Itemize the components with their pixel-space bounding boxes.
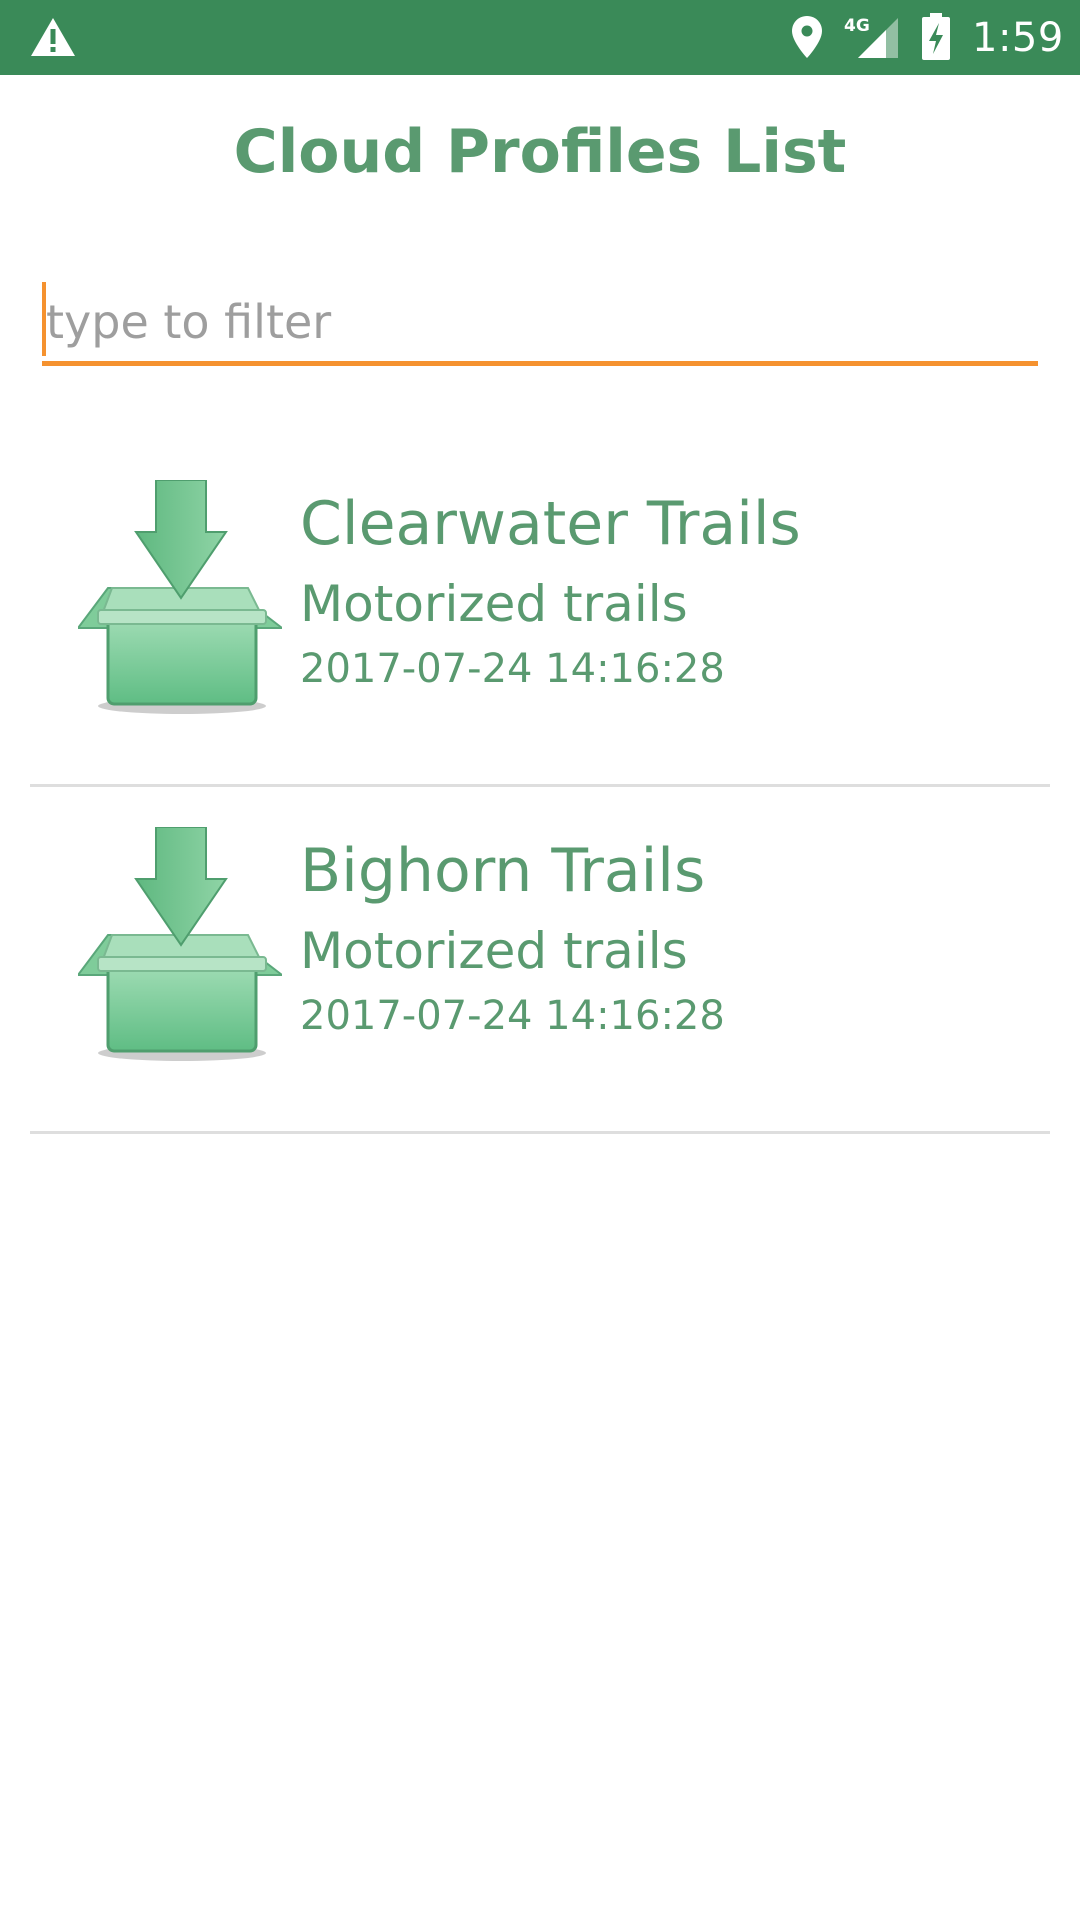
- download-box-icon: [78, 827, 282, 1061]
- profile-description: Motorized trails: [300, 575, 688, 633]
- profile-name: Clearwater Trails: [300, 489, 801, 559]
- status-bar: 4G 1:59: [0, 0, 1080, 75]
- profile-description: Motorized trails: [300, 922, 688, 980]
- filter-field[interactable]: [42, 280, 1038, 368]
- list-item[interactable]: Clearwater Trails Motorized trails 2017-…: [0, 440, 1080, 787]
- filter-underline: [42, 361, 1038, 366]
- warning-icon: [31, 18, 75, 56]
- text-cursor: [42, 282, 46, 356]
- profile-date: 2017-07-24 14:16:28: [300, 993, 725, 1039]
- profile-name: Bighorn Trails: [300, 836, 706, 906]
- filter-input[interactable]: [42, 280, 1038, 364]
- battery-charging-icon: [922, 13, 950, 60]
- download-box-icon: [78, 480, 282, 714]
- cell-signal-icon: 4G: [844, 16, 898, 58]
- profiles-list: Clearwater Trails Motorized trails 2017-…: [0, 440, 1080, 1134]
- status-clock: 1:59: [972, 15, 1064, 61]
- divider: [30, 1131, 1050, 1134]
- location-icon: [792, 16, 822, 58]
- page-title: Cloud Profiles List: [233, 117, 847, 187]
- profile-date: 2017-07-24 14:16:28: [300, 646, 725, 692]
- network-type-label: 4G: [844, 16, 870, 36]
- list-item[interactable]: Bighorn Trails Motorized trails 2017-07-…: [0, 787, 1080, 1134]
